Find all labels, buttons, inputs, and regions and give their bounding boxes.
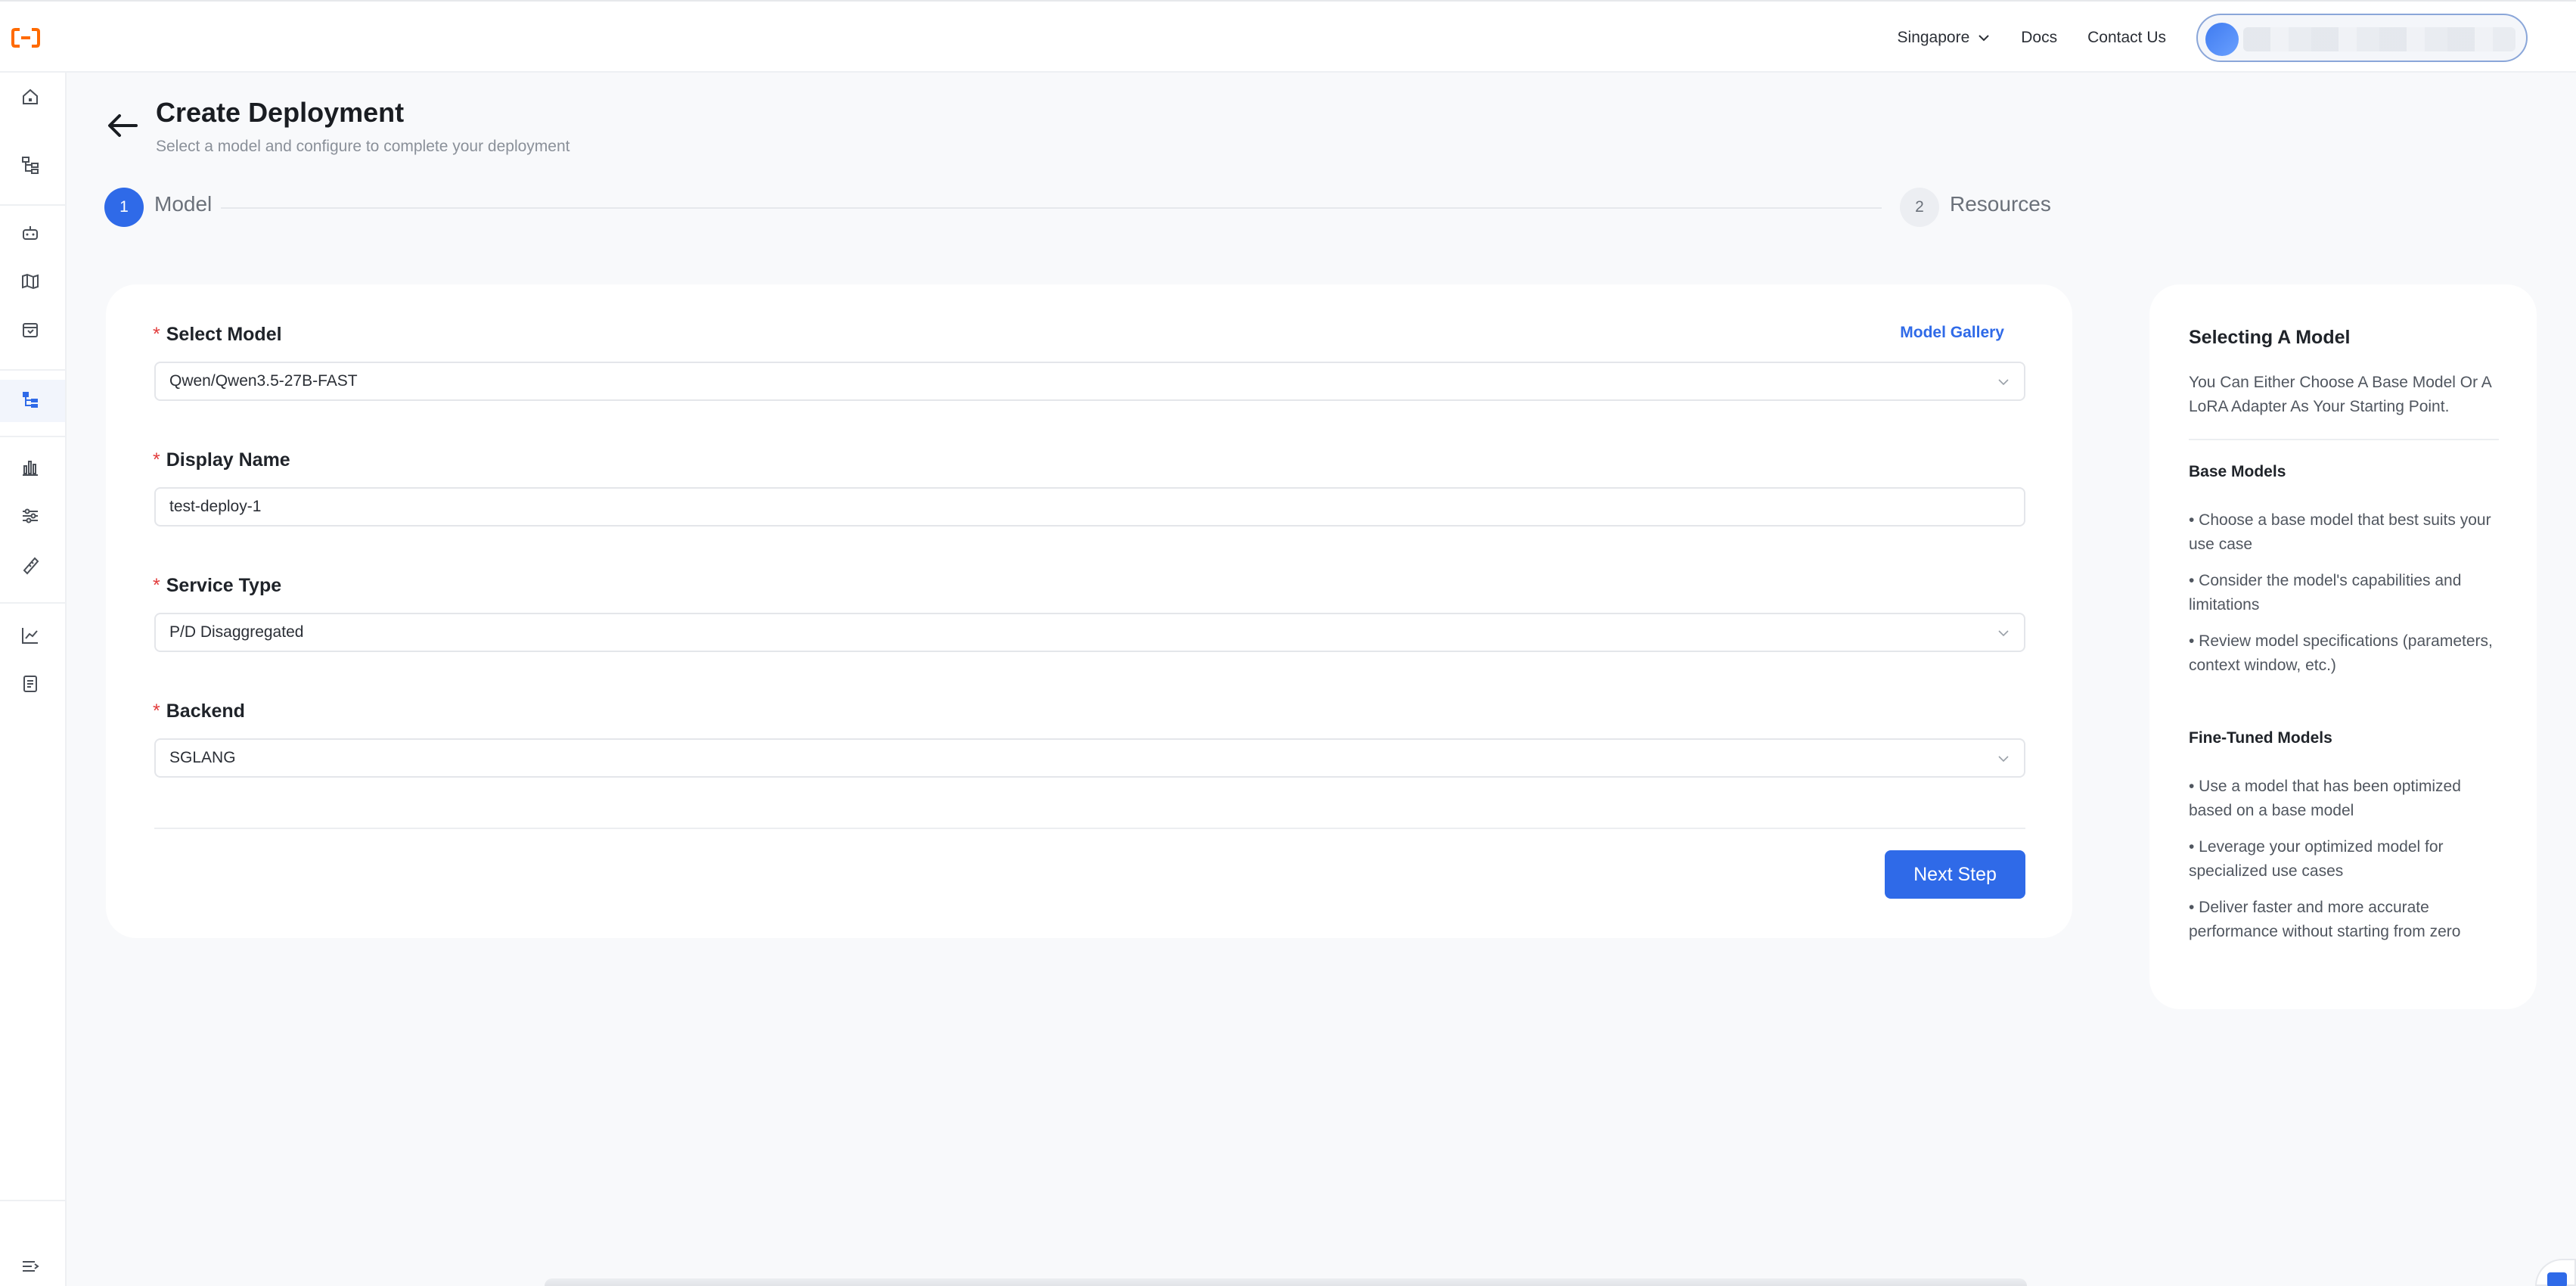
alibaba-cloud-logo-icon[interactable]	[11, 27, 41, 48]
robot-icon[interactable]	[20, 222, 41, 244]
service-type-dropdown[interactable]: P/D Disaggregated	[154, 613, 2025, 652]
display-name-label-text: Display Name	[166, 449, 290, 471]
select-model-label-text: Select Model	[166, 324, 282, 345]
service-type-label: * Service Type	[153, 575, 281, 597]
chevron-down-icon	[1998, 630, 2009, 637]
required-marker: *	[153, 324, 160, 345]
sidebar-divider	[0, 602, 65, 604]
map-icon[interactable]	[20, 271, 41, 292]
chevron-down-icon	[1998, 379, 2009, 386]
chevron-down-icon	[1979, 35, 1989, 42]
feedback-widget[interactable]	[2535, 1259, 2576, 1286]
box-icon[interactable]	[20, 319, 41, 340]
backend-dropdown[interactable]: SGLANG	[154, 738, 2025, 778]
fine-tuned-models-item: • Use a model that has been optimized ba…	[2189, 778, 2461, 819]
region-selector[interactable]: Singapore	[1898, 29, 1991, 47]
service-type-value: P/D Disaggregated	[169, 623, 304, 641]
fine-tuned-models-item: • Deliver faster and more accurate perfo…	[2189, 899, 2461, 940]
base-models-heading: Base Models	[2189, 463, 2286, 480]
fine-tuned-models-item: • Leverage your optimized model for spec…	[2189, 838, 2444, 880]
page-subtitle: Select a model and configure to complete…	[156, 138, 570, 155]
home-icon[interactable]	[20, 86, 41, 107]
back-arrow-icon[interactable]	[106, 112, 141, 139]
top-nav: Singapore Docs Contact Us	[1898, 2, 2576, 74]
display-name-label: * Display Name	[153, 449, 290, 471]
bottom-drawer-edge	[545, 1278, 2027, 1286]
user-account-menu[interactable]	[2196, 14, 2528, 62]
display-name-value: test-deploy-1	[169, 498, 262, 515]
help-divider	[2189, 439, 2499, 440]
stepper-connector	[221, 207, 1882, 209]
help-title: Selecting A Model	[2189, 327, 2351, 348]
next-step-button[interactable]: Next Step	[1885, 850, 2025, 899]
backend-label: * Backend	[153, 700, 245, 722]
avatar	[2205, 23, 2239, 56]
required-marker: *	[153, 700, 160, 722]
document-icon[interactable]	[20, 673, 41, 694]
chat-icon	[2547, 1272, 2567, 1286]
sidebar-divider	[0, 436, 65, 437]
redacted-account-name	[2243, 27, 2515, 51]
display-name-input[interactable]: test-deploy-1	[154, 487, 2025, 527]
hierarchy-icon[interactable]	[20, 154, 41, 176]
service-type-label-text: Service Type	[166, 575, 282, 596]
sliders-icon[interactable]	[20, 505, 41, 527]
top-bar: Singapore Docs Contact Us	[0, 0, 2576, 73]
step-2-label: Resources	[1950, 192, 2051, 216]
required-marker: *	[153, 449, 160, 471]
backend-label-text: Backend	[166, 700, 245, 722]
help-intro: You Can Either Choose A Base Model Or A …	[2189, 374, 2491, 415]
fine-tuned-models-heading: Fine-Tuned Models	[2189, 729, 2332, 747]
model-gallery-link[interactable]: Model Gallery	[1900, 324, 2004, 342]
select-model-dropdown[interactable]: Qwen/Qwen3.5-27B-FAST	[154, 362, 2025, 401]
required-marker: *	[153, 575, 160, 596]
select-model-label: * Select Model	[153, 324, 282, 346]
base-models-item: • Review model specifications (parameter…	[2189, 632, 2493, 674]
line-chart-icon[interactable]	[20, 625, 41, 646]
step-2-indicator: 2	[1900, 188, 1939, 227]
deployment-form-card: * Select Model Model Gallery Qwen/Qwen3.5…	[106, 284, 2072, 938]
form-divider	[154, 828, 2025, 829]
bar-chart-icon[interactable]	[20, 457, 41, 478]
sidebar-divider	[0, 204, 65, 206]
step-1-label: Model	[154, 192, 213, 216]
base-models-item: • Consider the model's capabilities and …	[2189, 572, 2462, 613]
contact-us-link[interactable]: Contact Us	[2087, 29, 2166, 47]
ruler-icon[interactable]	[20, 554, 41, 575]
page-title: Create Deployment	[156, 97, 405, 128]
docs-link[interactable]: Docs	[2021, 29, 2057, 47]
chevron-down-icon	[1998, 756, 2009, 763]
sidebar	[0, 73, 67, 1286]
base-models-item: • Choose a base model that best suits yo…	[2189, 511, 2491, 553]
step-1-indicator: 1	[104, 188, 144, 227]
backend-value: SGLANG	[169, 749, 236, 766]
collapse-menu-icon[interactable]	[20, 1256, 41, 1277]
help-panel: Selecting A Model You Can Either Choose …	[2149, 284, 2537, 1009]
region-label: Singapore	[1897, 29, 1970, 46]
deployments-icon[interactable]	[20, 389, 41, 410]
sidebar-divider	[0, 369, 65, 371]
select-model-value: Qwen/Qwen3.5-27B-FAST	[169, 372, 358, 390]
sidebar-divider	[0, 1200, 65, 1201]
